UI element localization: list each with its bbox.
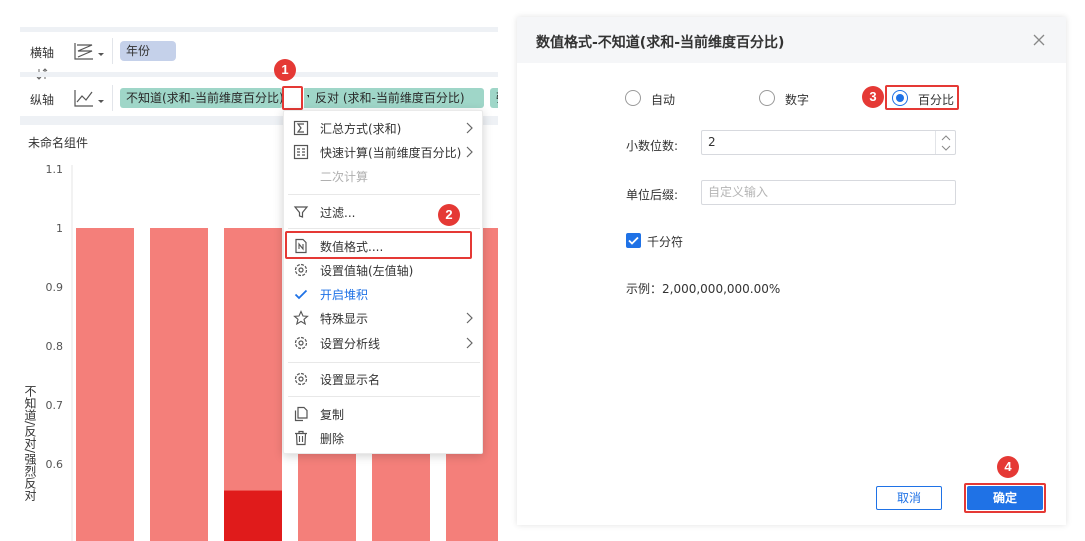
chevron-down-icon[interactable]	[941, 145, 951, 151]
y-tick-label: 1	[56, 222, 63, 235]
y-tick-label: 0.8	[46, 340, 64, 353]
y-pill-oppose[interactable]: 反对 (求和-当前维度百分比)	[309, 88, 484, 108]
bar[interactable]	[76, 228, 134, 541]
sigma-icon	[293, 120, 309, 136]
radio-label: 自动	[651, 93, 676, 107]
decimal-places-label: 小数位数:	[626, 139, 679, 153]
component-title: 未命名组件	[28, 136, 89, 150]
thousands-separator-checkbox[interactable]	[626, 233, 641, 248]
row-separator	[112, 85, 113, 111]
gear-icon	[293, 262, 309, 278]
menu-item-special-display[interactable]: 特殊显示	[284, 306, 484, 330]
chevron-right-icon	[466, 312, 474, 324]
close-icon[interactable]	[1032, 33, 1046, 47]
unit-suffix-input[interactable]: 自定义输入	[701, 180, 956, 205]
x-axis-label: 横轴	[30, 46, 55, 60]
x-axis-row: 横轴 年份	[20, 36, 498, 66]
y-tick-label: 0.7	[46, 399, 64, 412]
step-3-badge: 3	[862, 86, 884, 108]
gear-icon	[293, 371, 309, 387]
y-axis-row: 纵轴 不知道(求和-当前维度百分比) 反对 (求和-当前维度百分比) 强	[20, 83, 498, 113]
menu-item-delete[interactable]: 删除	[284, 426, 484, 450]
filter-icon	[293, 204, 309, 220]
menu-item-enable-stacking[interactable]: 开启堆积	[284, 282, 484, 306]
step-4-badge: 4	[997, 456, 1019, 478]
step-2-badge: 2	[438, 204, 460, 226]
bar-highlight[interactable]	[224, 490, 282, 541]
step-1-badge: 1	[274, 59, 296, 81]
menu-divider	[288, 396, 480, 397]
dialog-header: 数值格式-不知道(求和-当前维度百分比)	[517, 17, 1066, 63]
menu-item-set-value-axis[interactable]: 设置值轴(左值轴)	[284, 258, 484, 282]
step-3-highlight	[885, 85, 959, 110]
check-icon	[628, 236, 639, 245]
copy-icon	[293, 406, 309, 422]
trash-icon	[293, 430, 309, 446]
radio-circle[interactable]	[759, 90, 775, 106]
chevron-right-icon	[466, 146, 474, 158]
x-axis-chart-type-icon[interactable]	[72, 39, 108, 63]
menu-item-quick-calc[interactable]: 快速计算(当前维度百分比)	[284, 140, 484, 164]
calculator-icon	[293, 144, 309, 160]
y-pill-strong[interactable]: 强	[490, 88, 498, 108]
check-icon	[293, 286, 309, 302]
menu-item-label: 汇总方式(求和)	[320, 122, 402, 136]
step-4-highlight	[964, 483, 1046, 513]
menu-divider	[288, 228, 480, 229]
menu-item-label: 设置分析线	[320, 337, 381, 351]
unit-suffix-label: 单位后缀:	[626, 188, 679, 202]
menu-item-label: 设置显示名	[320, 373, 381, 387]
menu-item-copy[interactable]: 复制	[284, 402, 484, 426]
chevron-up-icon[interactable]	[941, 135, 951, 141]
y-tick-label: 0.9	[46, 281, 64, 294]
cancel-button[interactable]: 取消	[876, 486, 942, 510]
menu-item-label: 二次计算	[320, 170, 369, 184]
step-1-highlight	[282, 86, 303, 110]
stepper-buttons[interactable]	[935, 131, 955, 154]
y-tick-label: 0.6	[46, 458, 64, 471]
menu-item-label: 删除	[320, 432, 345, 446]
dialog-title: 数值格式-不知道(求和-当前维度百分比)	[536, 35, 785, 51]
menu-item-label: 过滤...	[320, 206, 356, 220]
menu-item-label: 开启堆积	[320, 288, 369, 302]
menu-item-label: 快速计算(当前维度百分比)	[320, 146, 462, 160]
y-axis-title: 不知道/反对/强烈反对	[23, 385, 37, 501]
toolbar-strip	[20, 72, 498, 77]
step-2-highlight	[285, 231, 472, 259]
y-pill-unknown[interactable]: 不知道(求和-当前维度百分比)	[120, 88, 283, 108]
menu-item-secondary-calc: 二次计算	[284, 164, 484, 188]
menu-item-label: 复制	[320, 408, 345, 422]
gear-icon	[293, 335, 309, 351]
x-pill-year[interactable]: 年份	[120, 41, 176, 61]
chevron-right-icon	[466, 122, 474, 134]
decimal-places-stepper[interactable]: 2	[701, 130, 956, 155]
menu-item-label: 设置值轴(左值轴)	[320, 264, 414, 278]
unit-suffix-placeholder: 自定义输入	[708, 185, 769, 199]
radio-label: 数字	[785, 93, 810, 107]
format-example: 示例：2,000,000,000.00%	[626, 282, 781, 296]
row-separator	[112, 38, 113, 64]
thousands-separator-label: 千分符	[647, 235, 684, 249]
toolbar-strip	[20, 27, 498, 32]
menu-item-label: 特殊显示	[320, 312, 369, 326]
decimal-places-value: 2	[708, 135, 716, 149]
y-tick-label: 1.1	[46, 163, 64, 176]
y-axis-label: 纵轴	[30, 93, 55, 107]
field-context-menu: 汇总方式(求和) 快速计算(当前维度百分比) 二次计算 过滤... 数值格式..…	[283, 110, 483, 454]
chevron-right-icon	[466, 337, 474, 349]
menu-divider	[288, 362, 480, 363]
number-format-dialog: 数值格式-不知道(求和-当前维度百分比) 自动 数字 百分比 小数位数: 2 单…	[517, 17, 1066, 525]
menu-divider	[288, 194, 480, 195]
radio-circle[interactable]	[625, 90, 641, 106]
menu-item-aggregation[interactable]: 汇总方式(求和)	[284, 116, 484, 140]
bar[interactable]	[150, 228, 208, 541]
star-icon	[293, 310, 309, 326]
menu-item-display-name[interactable]: 设置显示名	[284, 367, 484, 391]
y-axis-chart-type-icon[interactable]	[72, 86, 108, 110]
menu-item-analysis-line[interactable]: 设置分析线	[284, 331, 484, 355]
